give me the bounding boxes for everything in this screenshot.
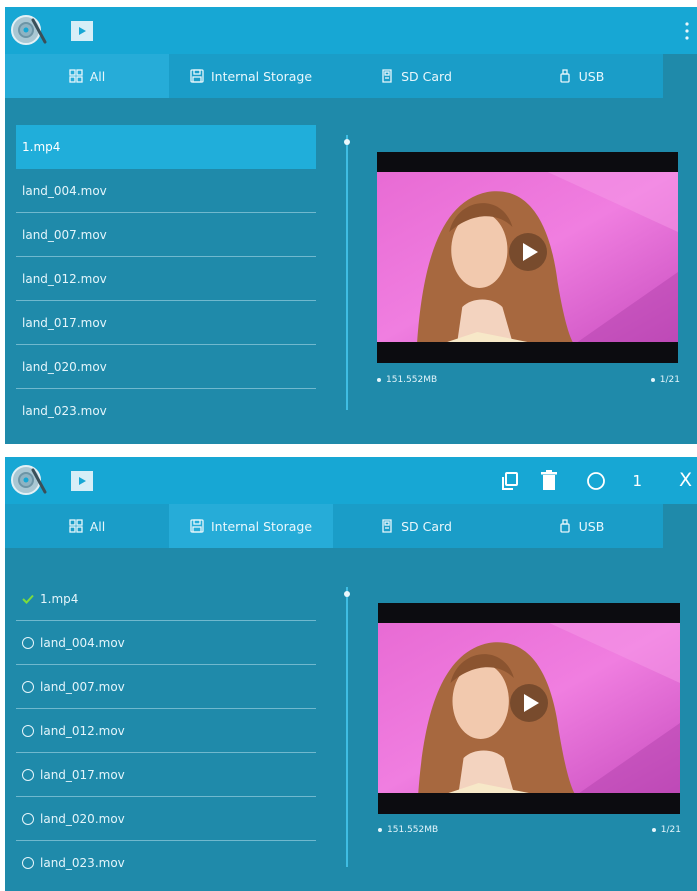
tab-usb[interactable]: USB bbox=[499, 54, 663, 98]
disc-logo-icon[interactable] bbox=[11, 462, 47, 498]
tab-usb-label: USB bbox=[578, 518, 605, 534]
tab-sd-card-label: SD Card bbox=[401, 518, 452, 534]
tab-all[interactable]: All bbox=[5, 504, 169, 548]
file-name: land_012.mov bbox=[22, 271, 107, 286]
file-row[interactable]: land_012.mov bbox=[16, 257, 316, 301]
usb-icon bbox=[560, 519, 570, 533]
play-button[interactable] bbox=[508, 232, 548, 272]
file-name: land_020.mov bbox=[40, 811, 125, 826]
file-name: land_023.mov bbox=[40, 856, 125, 870]
grid-icon bbox=[69, 519, 83, 533]
tab-internal-storage-label: Internal Storage bbox=[210, 518, 313, 534]
list-scrollbar[interactable] bbox=[344, 587, 350, 867]
storage-tabs: All Internal Storage SD Card USB bbox=[5, 54, 663, 98]
trash-icon[interactable] bbox=[539, 470, 559, 492]
more-vert-icon[interactable] bbox=[683, 20, 691, 42]
play-button[interactable] bbox=[509, 683, 549, 723]
radio-circle-icon[interactable] bbox=[22, 857, 34, 869]
preview-info: 151.552MB 1/21 bbox=[378, 825, 683, 841]
file-name: land_012.mov bbox=[40, 723, 125, 738]
video-preview[interactable] bbox=[378, 603, 680, 814]
file-browser-panel-browse: All Internal Storage SD Card USB 1.mp4 l… bbox=[5, 7, 697, 444]
scroll-thumb[interactable] bbox=[344, 591, 350, 597]
file-row[interactable]: 1.mp4 bbox=[16, 577, 316, 621]
file-name: land_007.mov bbox=[22, 227, 107, 242]
file-name: land_023.mov bbox=[22, 404, 107, 418]
tab-internal-storage-label: Internal Storage bbox=[210, 68, 313, 84]
floppy-icon bbox=[190, 519, 204, 533]
tab-sd-card-label: SD Card bbox=[401, 68, 452, 84]
file-name: 1.mp4 bbox=[40, 591, 79, 606]
file-row[interactable]: land_004.mov bbox=[16, 169, 316, 213]
tab-all[interactable]: All bbox=[5, 54, 169, 98]
file-name: land_020.mov bbox=[22, 359, 107, 374]
play-icon bbox=[509, 233, 547, 271]
tab-all-label: All bbox=[89, 518, 106, 534]
page-indicator: 1/21 bbox=[651, 825, 681, 835]
video-play-icon[interactable] bbox=[71, 21, 93, 41]
file-size: 151.552MB bbox=[377, 375, 437, 385]
file-name: land_017.mov bbox=[40, 767, 125, 782]
file-name: 1.mp4 bbox=[22, 140, 61, 154]
circle-select-icon[interactable] bbox=[586, 470, 606, 492]
usb-icon bbox=[560, 69, 570, 83]
file-row[interactable]: land_023.mov bbox=[16, 841, 316, 885]
video-play-icon[interactable] bbox=[71, 471, 93, 491]
grid-icon bbox=[69, 69, 83, 83]
file-row[interactable]: land_023.mov bbox=[16, 389, 316, 433]
file-row[interactable]: land_007.mov bbox=[16, 665, 316, 709]
top-bar: 1 X bbox=[5, 457, 697, 504]
file-row[interactable]: 1.mp4 bbox=[16, 125, 316, 169]
top-bar bbox=[5, 7, 697, 54]
radio-circle-icon[interactable] bbox=[22, 680, 34, 693]
tab-internal-storage[interactable]: Internal Storage bbox=[169, 54, 333, 98]
floppy-icon bbox=[190, 69, 204, 83]
file-browser-panel-select: 1 X All Internal Storage SD Card USB 1.m… bbox=[5, 457, 697, 891]
radio-circle-icon[interactable] bbox=[22, 768, 34, 781]
tab-usb[interactable]: USB bbox=[499, 504, 663, 548]
file-name: land_004.mov bbox=[40, 635, 125, 650]
close-selection-button[interactable]: X bbox=[679, 468, 692, 492]
file-row[interactable]: land_017.mov bbox=[16, 753, 316, 797]
file-row[interactable]: land_007.mov bbox=[16, 213, 316, 257]
file-row[interactable]: land_020.mov bbox=[16, 345, 316, 389]
file-row[interactable]: land_004.mov bbox=[16, 621, 316, 665]
preview-info: 151.552MB 1/21 bbox=[377, 375, 682, 391]
page-indicator: 1/21 bbox=[650, 375, 680, 385]
file-name: land_007.mov bbox=[40, 679, 125, 694]
file-list: 1.mp4 land_004.mov land_007.mov land_012… bbox=[16, 125, 316, 433]
file-list: 1.mp4 land_004.mov land_007.mov land_012… bbox=[16, 577, 316, 885]
file-row[interactable]: land_017.mov bbox=[16, 301, 316, 345]
storage-tabs: All Internal Storage SD Card USB bbox=[5, 504, 663, 548]
copy-icon[interactable] bbox=[500, 470, 520, 492]
sd-card-icon bbox=[382, 69, 392, 83]
radio-circle-icon[interactable] bbox=[22, 636, 34, 649]
tab-internal-storage[interactable]: Internal Storage bbox=[169, 504, 333, 548]
tab-sd-card[interactable]: SD Card bbox=[334, 504, 498, 548]
tab-sd-card[interactable]: SD Card bbox=[334, 54, 498, 98]
video-preview[interactable] bbox=[377, 152, 678, 363]
list-scrollbar[interactable] bbox=[344, 135, 350, 410]
sd-card-icon bbox=[382, 519, 392, 533]
disc-logo-icon[interactable] bbox=[11, 12, 47, 48]
play-icon bbox=[510, 684, 548, 722]
file-size: 151.552MB bbox=[378, 825, 438, 835]
file-row[interactable]: land_020.mov bbox=[16, 797, 316, 841]
selected-count: 1 bbox=[632, 472, 642, 490]
scroll-thumb[interactable] bbox=[344, 139, 350, 145]
file-name: land_004.mov bbox=[22, 183, 107, 198]
check-icon[interactable] bbox=[22, 593, 34, 605]
radio-circle-icon[interactable] bbox=[22, 812, 34, 825]
file-row[interactable]: land_012.mov bbox=[16, 709, 316, 753]
tab-usb-label: USB bbox=[578, 68, 605, 84]
radio-circle-icon[interactable] bbox=[22, 724, 34, 737]
file-name: land_017.mov bbox=[22, 315, 107, 330]
tab-all-label: All bbox=[89, 68, 106, 84]
